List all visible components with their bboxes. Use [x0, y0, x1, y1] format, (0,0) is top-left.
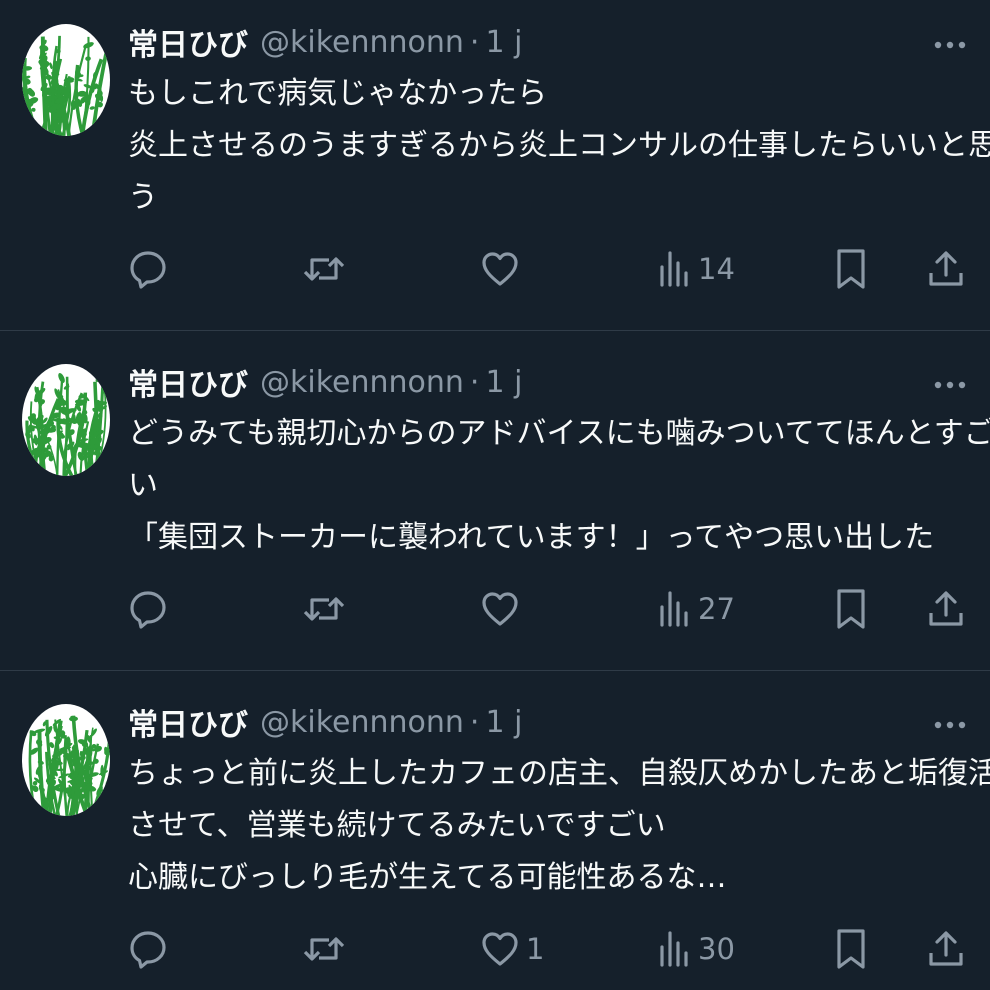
retweet-button[interactable] [302, 585, 352, 633]
bookmark-button[interactable] [834, 925, 868, 973]
more-options-icon[interactable] [932, 716, 968, 729]
timestamp[interactable]: 1 j [485, 705, 522, 740]
bookmark-icon [834, 587, 868, 631]
views-chart-icon [658, 929, 692, 969]
tweet-divider [0, 670, 990, 671]
share-icon [926, 249, 966, 289]
reply-button[interactable] [128, 925, 174, 973]
tweet[interactable]: 常日ひび @kikennnonn · 1 j ちょっと前に炎上したカフェの店主、… [0, 680, 990, 990]
author-name[interactable]: 常日ひび [128, 360, 248, 404]
tweet-text-line: どうみても親切心からのアドバイスにも噛みついててほんとすご [128, 416, 990, 451]
views-count: 30 [698, 932, 735, 966]
reply-icon [128, 249, 168, 289]
like-button[interactable]: 1 [480, 925, 544, 973]
tweet-text: ちょっと前に炎上したカフェの店主、自殺仄めかしたあと垢復活 させて、営業も続けて… [128, 748, 990, 904]
action-bar: 1 30 [128, 925, 968, 973]
bookmark-button[interactable] [834, 245, 868, 293]
bookmark-button[interactable] [834, 585, 868, 633]
tweet-text-line: 炎上させるのうますぎるから炎上コンサルの仕事したらいいと思 [128, 128, 990, 163]
tweet-text-line: い [128, 468, 158, 503]
tweet-text-line: う [128, 180, 158, 215]
share-button[interactable] [926, 585, 966, 633]
author-handle[interactable]: @kikennnonn [260, 25, 464, 60]
tweet[interactable]: 常日ひび @kikennnonn · 1 j もしこれで病気じゃなかったら 炎上… [0, 0, 990, 330]
tweet-header: 常日ひび @kikennnonn · 1 j [128, 20, 522, 64]
like-button[interactable] [480, 245, 526, 293]
share-button[interactable] [926, 925, 966, 973]
views-button[interactable]: 14 [658, 245, 735, 293]
avatar[interactable] [22, 704, 110, 816]
author-handle[interactable]: @kikennnonn [260, 705, 464, 740]
heart-icon [480, 249, 520, 289]
tweet-text-line: させて、営業も続けてるみたいですごい [128, 808, 666, 843]
views-count: 14 [698, 252, 735, 286]
retweet-icon [302, 929, 346, 969]
heart-icon [480, 929, 520, 969]
tweet-divider [0, 330, 990, 331]
share-button[interactable] [926, 245, 966, 293]
more-options-icon[interactable] [932, 36, 968, 49]
avatar[interactable] [22, 364, 110, 476]
reply-button[interactable] [128, 245, 174, 293]
author-name[interactable]: 常日ひび [128, 20, 248, 64]
reply-button[interactable] [128, 585, 174, 633]
tweet-text-line: 「集団ストーカーに襲われています！」ってやつ思い出した [128, 520, 935, 555]
share-icon [926, 589, 966, 629]
bookmark-icon [834, 927, 868, 971]
share-icon [926, 929, 966, 969]
tweet-text: どうみても親切心からのアドバイスにも噛みついててほんとすご い 「集団ストーカー… [128, 408, 990, 564]
tweet[interactable]: 常日ひび @kikennnonn · 1 j どうみても親切心からのアドバイスに… [0, 340, 990, 670]
tweet-text: もしこれで病気じゃなかったら 炎上させるのうますぎるから炎上コンサルの仕事したら… [128, 68, 990, 224]
views-button[interactable]: 30 [658, 925, 735, 973]
more-options-icon[interactable] [932, 376, 968, 389]
separator-dot: · [469, 364, 480, 400]
timeline-feed: 常日ひび @kikennnonn · 1 j もしこれで病気じゃなかったら 炎上… [0, 0, 990, 990]
views-count: 27 [698, 592, 735, 626]
reply-icon [128, 589, 168, 629]
reply-icon [128, 929, 168, 969]
like-count: 1 [526, 932, 545, 966]
retweet-button[interactable] [302, 925, 352, 973]
separator-dot: · [469, 704, 480, 740]
retweet-icon [302, 249, 346, 289]
action-bar: 27 [128, 585, 968, 633]
tweet-header: 常日ひび @kikennnonn · 1 j [128, 700, 522, 744]
like-button[interactable] [480, 585, 526, 633]
author-handle[interactable]: @kikennnonn [260, 365, 464, 400]
tweet-text-line: ちょっと前に炎上したカフェの店主、自殺仄めかしたあと垢復活 [128, 756, 990, 791]
separator-dot: · [469, 24, 480, 60]
avatar[interactable] [22, 24, 110, 136]
views-button[interactable]: 27 [658, 585, 735, 633]
tweet-text-line: もしこれで病気じゃなかったら [128, 76, 548, 111]
tweet-header: 常日ひび @kikennnonn · 1 j [128, 360, 522, 404]
action-bar: 14 [128, 245, 968, 293]
views-chart-icon [658, 589, 692, 629]
retweet-button[interactable] [302, 245, 352, 293]
heart-icon [480, 589, 520, 629]
timestamp[interactable]: 1 j [485, 365, 522, 400]
tweet-text-line: 心臓にびっしり毛が生えてる可能性あるな… [128, 860, 727, 895]
author-name[interactable]: 常日ひび [128, 700, 248, 744]
retweet-icon [302, 589, 346, 629]
bookmark-icon [834, 247, 868, 291]
timestamp[interactable]: 1 j [485, 25, 522, 60]
views-chart-icon [658, 249, 692, 289]
